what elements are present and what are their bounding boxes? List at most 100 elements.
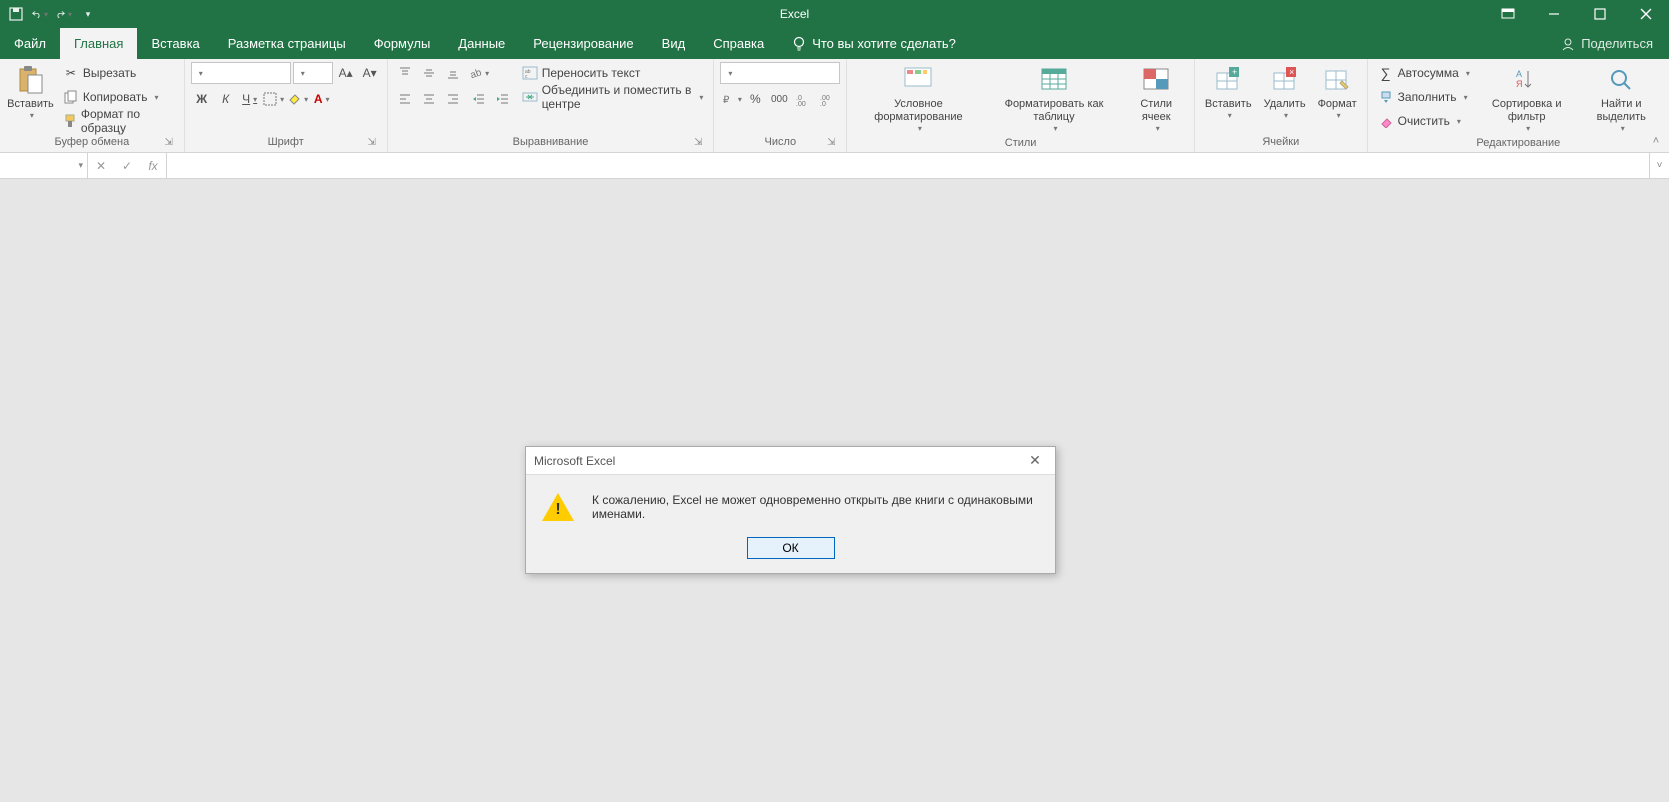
copy-icon [63, 89, 79, 105]
dialog-ok-button[interactable]: ОК [747, 537, 835, 559]
wrap-text-label: Переносить текст [542, 66, 641, 80]
svg-text:А: А [1516, 69, 1522, 79]
paste-button[interactable]: Вставить [6, 62, 55, 122]
increase-font-icon[interactable]: A▴ [335, 62, 357, 84]
copy-label: Копировать [83, 90, 148, 104]
comma-format-icon[interactable]: 000 [768, 88, 790, 110]
align-top-icon[interactable] [394, 62, 416, 84]
collapse-ribbon-icon[interactable]: ˄ [1647, 132, 1665, 150]
person-icon [1561, 37, 1575, 51]
minimize-icon[interactable] [1531, 0, 1577, 28]
sigma-icon: ∑ [1378, 65, 1394, 81]
close-icon[interactable] [1623, 0, 1669, 28]
group-font: A▴ A▾ Ж К Ч A Шрифт⇲ [185, 59, 388, 152]
fill-down-icon [1378, 89, 1394, 105]
decrease-decimal-icon[interactable]: .00.0 [816, 88, 838, 110]
error-dialog: Microsoft Excel ✕ К сожалению, Excel не … [525, 446, 1056, 574]
format-cells-button[interactable]: Формат [1314, 62, 1361, 122]
autosum-button[interactable]: ∑ Автосумма [1374, 62, 1474, 84]
ribbon-display-options-icon[interactable] [1485, 0, 1531, 28]
magnifier-icon [1605, 64, 1637, 96]
wrap-text-button[interactable]: abc Переносить текст [518, 62, 708, 84]
merge-center-button[interactable]: Объединить и поместить в центре [518, 86, 708, 108]
insert-cells-button[interactable]: + Вставить [1201, 62, 1256, 122]
conditional-formatting-button[interactable]: Условное форматирование [853, 62, 983, 135]
cell-styles-label: Стили ячеек [1129, 98, 1184, 124]
name-box[interactable] [0, 153, 88, 178]
scissors-icon: ✂ [63, 65, 79, 81]
title-bar: ▾ Excel [0, 0, 1669, 28]
italic-button[interactable]: К [215, 88, 237, 110]
group-alignment-label: Выравнивание [513, 136, 589, 148]
formula-bar: ✕ ✓ fx ˅ [0, 153, 1669, 179]
cut-button[interactable]: ✂ Вырезать [59, 62, 178, 84]
redo-icon[interactable] [56, 6, 72, 22]
font-color-icon[interactable]: A [311, 88, 333, 110]
autosum-label: Автосумма [1398, 66, 1459, 80]
qat-customize-icon[interactable]: ▾ [80, 6, 96, 22]
share-button[interactable]: Поделиться [1561, 28, 1669, 59]
insert-function-icon[interactable]: fx [140, 159, 166, 173]
number-format-combo[interactable] [720, 62, 840, 84]
align-middle-icon[interactable] [418, 62, 440, 84]
maximize-icon[interactable] [1577, 0, 1623, 28]
undo-icon[interactable] [32, 6, 48, 22]
decrease-font-icon[interactable]: A▾ [359, 62, 381, 84]
cancel-formula-icon[interactable]: ✕ [88, 159, 114, 173]
save-icon[interactable] [8, 6, 24, 22]
tab-data[interactable]: Данные [444, 28, 519, 59]
underline-button[interactable]: Ч [239, 88, 261, 110]
group-editing-label: Редактирование [1476, 137, 1560, 149]
sort-filter-button[interactable]: АЯ Сортировка и фильтр [1478, 62, 1576, 135]
number-launcher-icon[interactable]: ⇲ [824, 136, 838, 150]
percent-format-icon[interactable]: % [744, 88, 766, 110]
tab-page-layout[interactable]: Разметка страницы [214, 28, 360, 59]
tab-home[interactable]: Главная [60, 28, 137, 59]
align-left-icon[interactable] [394, 88, 416, 110]
alignment-launcher-icon[interactable]: ⇲ [691, 136, 705, 150]
bold-button[interactable]: Ж [191, 88, 213, 110]
font-size-combo[interactable] [293, 62, 333, 84]
group-clipboard: Вставить ✂ Вырезать Копировать Формат по… [0, 59, 185, 152]
tell-me[interactable]: Что вы хотите сделать? [778, 28, 970, 59]
orientation-icon[interactable]: ab [468, 62, 490, 84]
accounting-format-icon[interactable]: ₽ [720, 88, 742, 110]
tab-help[interactable]: Справка [699, 28, 778, 59]
decrease-indent-icon[interactable] [468, 88, 490, 110]
increase-indent-icon[interactable] [492, 88, 514, 110]
dialog-close-icon[interactable]: ✕ [1023, 452, 1047, 469]
increase-decimal-icon[interactable]: .0.00 [792, 88, 814, 110]
expand-formula-bar-icon[interactable]: ˅ [1649, 153, 1669, 178]
font-name-combo[interactable] [191, 62, 291, 84]
group-styles-label: Стили [1005, 137, 1037, 149]
tab-insert[interactable]: Вставка [137, 28, 213, 59]
format-as-table-icon [1038, 64, 1070, 96]
tab-view[interactable]: Вид [648, 28, 700, 59]
dialog-title: Microsoft Excel [534, 454, 615, 468]
fill-button[interactable]: Заполнить [1374, 86, 1474, 108]
cell-styles-button[interactable]: Стили ячеек [1125, 62, 1188, 135]
tab-file[interactable]: Файл [0, 28, 60, 59]
enter-formula-icon[interactable]: ✓ [114, 159, 140, 173]
svg-text:Я: Я [1516, 79, 1523, 89]
format-as-table-button[interactable]: Форматировать как таблицу [988, 62, 1121, 135]
format-painter-button[interactable]: Формат по образцу [59, 110, 178, 132]
quick-access-toolbar: ▾ [0, 6, 104, 22]
tab-formulas[interactable]: Формулы [360, 28, 445, 59]
clipboard-launcher-icon[interactable]: ⇲ [162, 136, 176, 150]
sort-filter-label: Сортировка и фильтр [1482, 98, 1572, 124]
conditional-formatting-label: Условное форматирование [857, 98, 979, 124]
fill-label: Заполнить [1398, 90, 1457, 104]
formula-input[interactable] [167, 153, 1649, 178]
borders-icon[interactable] [263, 88, 285, 110]
fill-color-icon[interactable] [287, 88, 309, 110]
copy-button[interactable]: Копировать [59, 86, 178, 108]
align-right-icon[interactable] [442, 88, 464, 110]
tab-review[interactable]: Рецензирование [519, 28, 647, 59]
clear-button[interactable]: Очистить [1374, 110, 1474, 132]
align-center-icon[interactable] [418, 88, 440, 110]
align-bottom-icon[interactable] [442, 62, 464, 84]
font-launcher-icon[interactable]: ⇲ [365, 136, 379, 150]
delete-cells-button[interactable]: × Удалить [1260, 62, 1310, 122]
find-select-button[interactable]: Найти и выделить [1580, 62, 1664, 135]
